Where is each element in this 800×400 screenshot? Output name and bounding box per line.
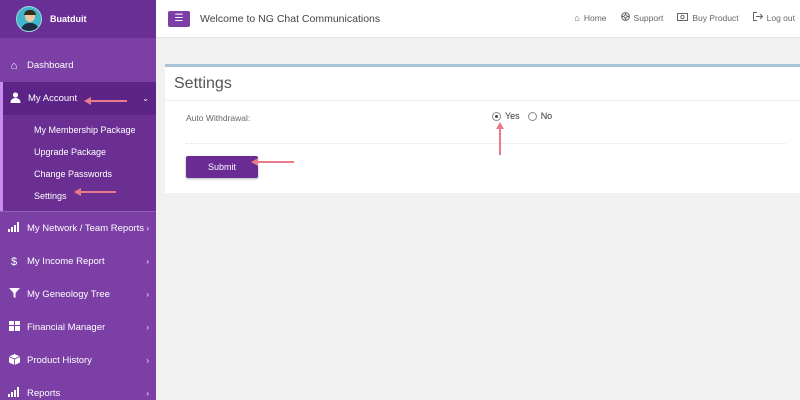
annotation-arrows — [74, 97, 504, 196]
